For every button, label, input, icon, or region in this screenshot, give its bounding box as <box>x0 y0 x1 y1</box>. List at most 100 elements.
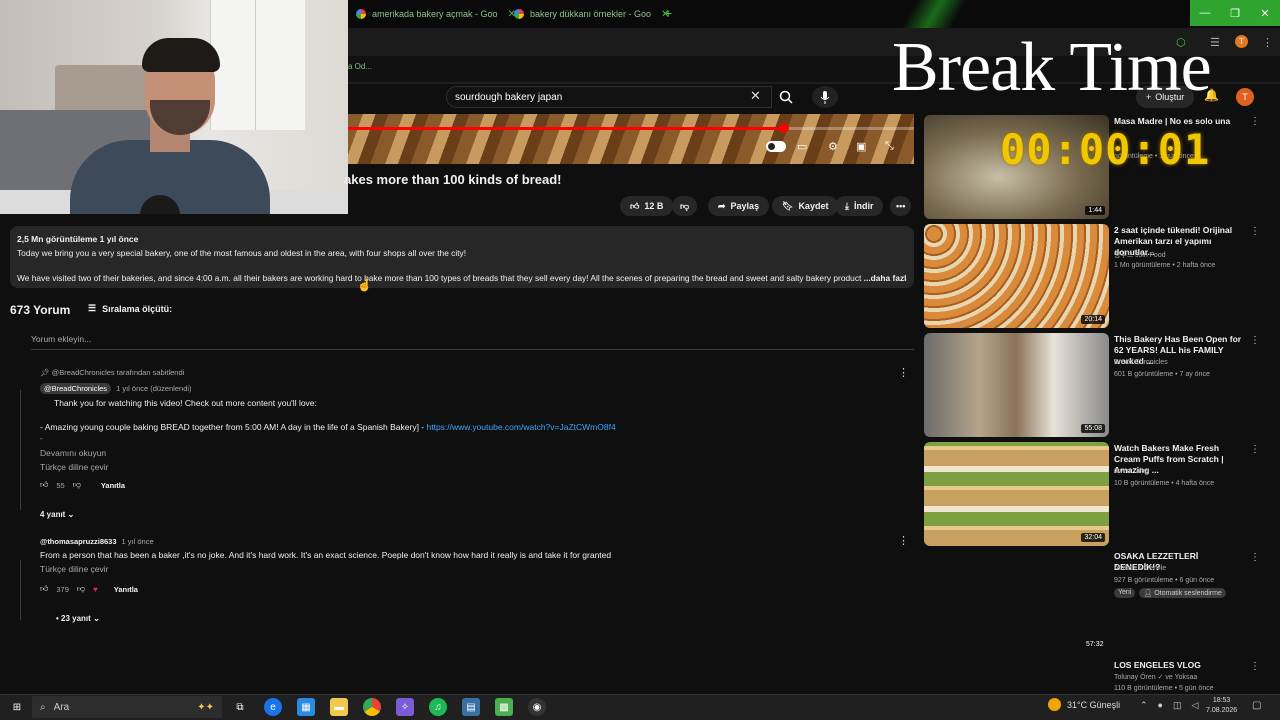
reply-button[interactable]: Yanıtla <box>101 481 125 490</box>
related-menu-icon[interactable]: ⋮ <box>1250 552 1260 563</box>
related-badges: Yeni 👤︎ Otomatik seslendirme <box>1114 588 1226 598</box>
weather-widget[interactable]: 31°C Güneşli <box>1048 698 1120 711</box>
app-icon[interactable]: ▩ <box>495 698 513 716</box>
mic-tray-icon[interactable]: ● <box>1158 700 1163 711</box>
browser-menu-icon[interactable]: ⋮ <box>1262 36 1273 49</box>
comment-menu-icon[interactable]: ⋮ <box>898 366 909 379</box>
related-channel[interactable]: Oven Tales <box>1114 468 1149 475</box>
new-tab-button[interactable]: + <box>664 5 672 21</box>
store-icon[interactable]: ▦ <box>297 698 315 716</box>
related-meta: 927 B görüntüleme • 6 gün önce <box>1114 577 1215 584</box>
clear-search-icon[interactable]: ✕ <box>750 88 761 104</box>
taskbar-search[interactable]: ⌕ Ara ✦✦ <box>32 696 222 718</box>
download-button[interactable]: ⤓ İndir <box>835 196 884 216</box>
save-button[interactable]: 🔖︎ Kaydet <box>772 196 839 216</box>
subtitles-icon[interactable]: ▭ <box>797 140 807 153</box>
profile-avatar[interactable]: T <box>1235 35 1248 48</box>
clock[interactable]: 18:53 7.08.2026 <box>1206 696 1237 716</box>
chevron-up-icon[interactable]: ⌃ <box>1140 700 1148 711</box>
show-more-link[interactable]: ...daha fazla <box>864 273 907 283</box>
tab-bakery-ornekler[interactable]: bakery dükkanı örnekler - Goo ✕ <box>508 4 675 24</box>
close-window-button[interactable]: ✕ <box>1250 0 1280 26</box>
edge-icon[interactable]: e <box>264 698 282 716</box>
windows-start-icon[interactable]: ⊞ <box>8 698 26 716</box>
related-channel[interactable]: Bread Chronicles <box>1114 359 1168 366</box>
comment-menu-icon[interactable]: ⋮ <box>898 534 909 547</box>
file-explorer-icon[interactable]: ▬ <box>330 698 348 716</box>
comment-author[interactable]: @BreadChronicles <box>40 383 112 394</box>
related-thumbnail[interactable]: 32:04 <box>924 442 1109 546</box>
translate-link[interactable]: Türkçe diline çevir <box>40 564 109 574</box>
spotify-icon[interactable]: ♫ <box>429 698 447 716</box>
obs-icon[interactable]: ◉ <box>528 698 546 716</box>
copilot-icon[interactable]: ✧ <box>396 698 414 716</box>
network-icon[interactable]: ◫ <box>1173 700 1182 711</box>
system-tray[interactable]: ⌃ ● ◫ ◁ <box>1140 700 1198 711</box>
related-meta: 1 Mn görüntüleme • 2 hafta önce <box>1114 262 1216 269</box>
related-menu-icon[interactable]: ⋮ <box>1250 226 1260 237</box>
maximize-button[interactable]: ❐ <box>1220 0 1250 26</box>
progress-scrubber[interactable] <box>778 123 789 133</box>
read-more-link[interactable]: Devamını okuyun <box>40 448 106 458</box>
related-menu-icon[interactable]: ⋮ <box>1250 444 1260 455</box>
related-channel[interactable]: Tolunay Ören ✓ ve Yoksaa <box>1114 673 1197 681</box>
notification-icon[interactable]: ▢ <box>1252 700 1261 711</box>
search-button[interactable] <box>772 86 800 108</box>
settings-gear-icon[interactable]: ⚙ <box>828 140 838 153</box>
related-channel[interactable]: Atakan & Cemile <box>1114 565 1166 572</box>
related-thumbnail[interactable]: 55:08 <box>924 333 1109 437</box>
progress-fill <box>348 127 784 130</box>
related-title[interactable]: LOS ENGELES VLOG <box>1114 660 1246 671</box>
reply-button[interactable]: Yanıtla <box>114 585 138 594</box>
autoplay-toggle[interactable] <box>766 141 786 152</box>
related-menu-icon[interactable]: ⋮ <box>1250 335 1260 346</box>
related-channel[interactable]: 빵푸드 JJin Food <box>1114 250 1166 260</box>
thumbs-up-icon[interactable]: 👍︎ <box>40 480 48 490</box>
search-input[interactable]: sourdough bakery japan <box>446 86 772 108</box>
share-arrow-icon: ➦ <box>718 200 726 211</box>
chevron-down-icon: ⌄ <box>67 510 75 519</box>
related-menu-icon[interactable]: ⋮ <box>1250 116 1260 127</box>
description-line-1: Today we bring you a very special bakery… <box>17 248 467 258</box>
related-menu-icon[interactable]: ⋮ <box>1250 661 1260 672</box>
thumbs-up-icon[interactable]: 👍︎ <box>40 584 48 594</box>
replies-toggle[interactable]: 4 yanıt ⌄ <box>40 510 74 519</box>
download-icon: ⤓ <box>845 200 849 211</box>
thumbs-up-icon: 👍︎ <box>630 200 640 211</box>
dislike-button[interactable]: 👎︎ <box>672 196 698 216</box>
related-thumbnail[interactable]: 20:14 <box>924 224 1109 328</box>
sun-icon <box>1048 698 1061 711</box>
sort-button[interactable]: ☰ Sıralama ölçütü: <box>88 303 172 314</box>
more-actions-button[interactable]: ••• <box>890 196 912 216</box>
thumbs-down-icon[interactable]: 👎︎ <box>73 480 81 490</box>
video-player[interactable] <box>348 114 914 164</box>
mouse-cursor-icon: ☝ <box>357 278 372 292</box>
volume-icon[interactable]: ◁ <box>1192 700 1199 711</box>
video-description[interactable]: 2,5 Mn görüntüleme 1 yıl önce Today we b… <box>10 226 914 288</box>
add-comment-input[interactable]: Yorum ekleyin... <box>31 334 914 350</box>
replies-toggle[interactable]: • 23 yanıt ⌄ <box>56 614 100 623</box>
translate-link[interactable]: Türkçe diline çevir <box>40 462 109 472</box>
comment-header: @thomasapruzzi8633 1 yıl önce <box>40 537 154 546</box>
miniplayer-icon[interactable]: ▣ <box>856 140 866 153</box>
thumbs-down-icon[interactable]: 👎︎ <box>77 584 85 594</box>
tab-bakery-amerika[interactable]: amerikada bakery açmak - Goo ✕ <box>350 4 522 24</box>
video-link[interactable]: https://www.youtube.com/watch?v=JaZtCWmO… <box>427 422 616 432</box>
minimize-button[interactable]: — <box>1190 0 1220 26</box>
thread-line <box>20 560 21 620</box>
share-button[interactable]: ➦ Paylaş <box>708 196 770 216</box>
sort-icon: ☰ <box>88 303 97 313</box>
bookmark-item[interactable]: a Od... <box>348 62 372 71</box>
menu-list-icon[interactable]: ☰ <box>1210 36 1220 49</box>
microphone-icon <box>820 90 830 104</box>
comment-text: Thank you for watching this video! Check… <box>54 398 317 408</box>
like-button[interactable]: 👍︎ 12 B <box>620 196 674 216</box>
task-view-icon[interactable]: ⧉ <box>231 698 249 716</box>
app-icon[interactable]: ▤ <box>462 698 480 716</box>
fullscreen-exit-icon[interactable]: ⤡ <box>885 140 894 153</box>
chrome-icon[interactable] <box>363 698 381 716</box>
comment-text: From a person that has been a baker ,it'… <box>40 550 612 560</box>
comment-author[interactable]: @thomasapruzzi8633 <box>40 537 117 546</box>
account-avatar[interactable]: T <box>1236 88 1254 106</box>
voice-search-button[interactable] <box>812 86 838 108</box>
